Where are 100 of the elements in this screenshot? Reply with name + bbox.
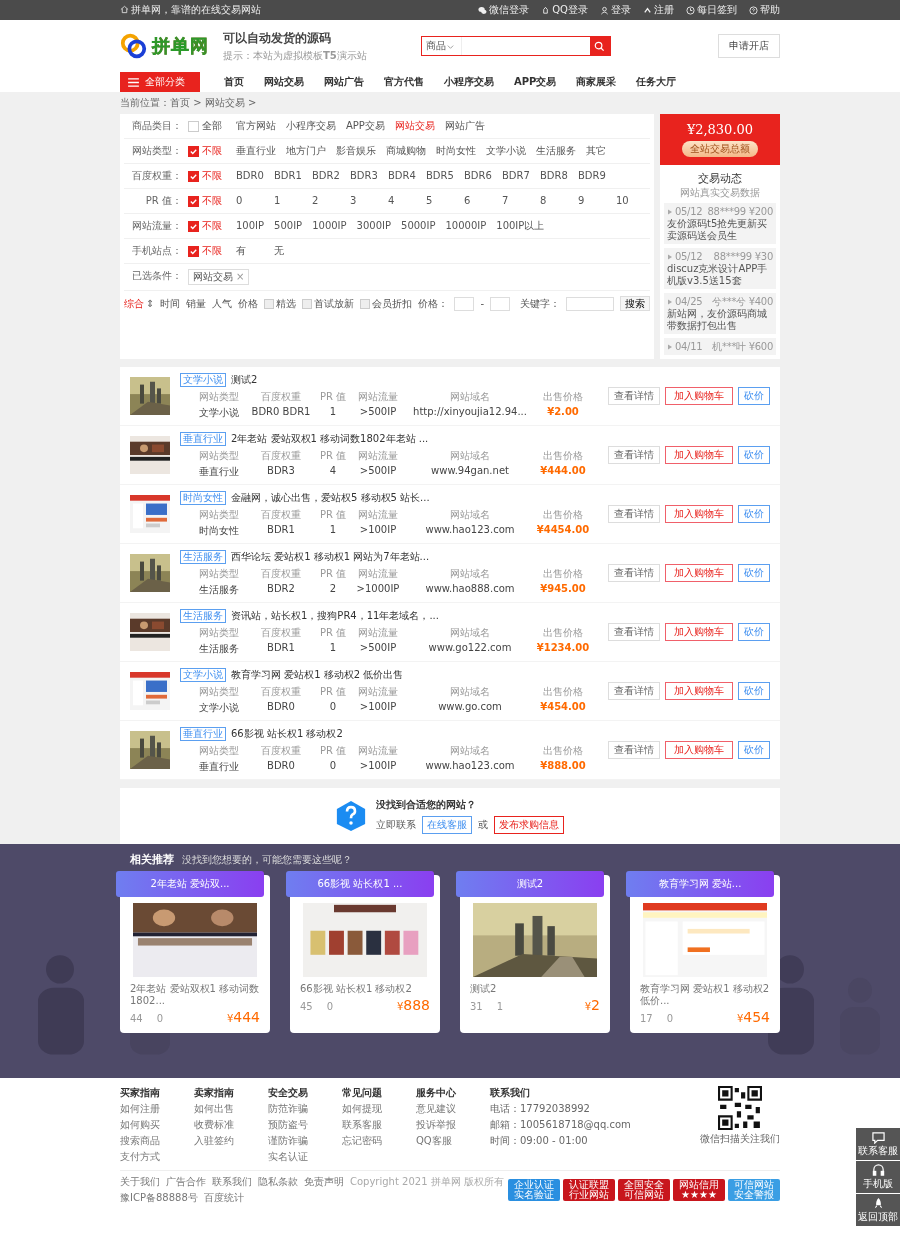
checkbox[interactable] bbox=[264, 298, 275, 309]
filter-option[interactable]: BDR8 bbox=[540, 169, 568, 183]
trade-card[interactable]: 05/12 88***99 ¥200 友价源码t5抢先更新买卖源码送会员生 bbox=[664, 203, 776, 244]
nav-link[interactable]: 商家展采 bbox=[566, 75, 627, 89]
nav-link[interactable]: 网站广告 bbox=[314, 75, 374, 89]
add-to-cart-button[interactable]: 加入购物车 bbox=[665, 387, 733, 405]
trust-badge[interactable]: 全国安全 可信网站 bbox=[618, 1179, 670, 1201]
filter-option[interactable]: 5000IP bbox=[401, 219, 436, 233]
online-service-link[interactable]: 在线客服 bbox=[422, 816, 472, 834]
checkbox[interactable] bbox=[360, 298, 371, 309]
sort-option[interactable]: 时间 bbox=[160, 296, 181, 311]
category-tag[interactable]: 垂直行业 bbox=[180, 431, 226, 446]
category-tag[interactable]: 垂直行业 bbox=[180, 726, 226, 741]
trust-badge[interactable]: 网站信用 ★★★★ bbox=[673, 1179, 725, 1201]
filter-option[interactable]: 2 bbox=[312, 194, 340, 208]
filter-option[interactable]: 生活服务 bbox=[536, 144, 576, 158]
checkbox[interactable] bbox=[302, 298, 313, 309]
filter-option[interactable]: 7 bbox=[502, 194, 530, 208]
filter-chip[interactable]: 网站交易 × bbox=[188, 269, 250, 285]
trade-card[interactable]: 05/12 88***99 ¥30 discuz克米设计APP手机版v3.5送15套 bbox=[664, 248, 776, 289]
footer-link[interactable]: 如何出售 bbox=[194, 1102, 268, 1116]
filter-checkbox[interactable]: 不限 bbox=[188, 219, 222, 233]
total-button[interactable]: 全站交易总额 bbox=[682, 141, 758, 157]
footer-link[interactable]: 预防盗号 bbox=[268, 1118, 342, 1132]
details-button[interactable]: 查看详情 bbox=[608, 741, 660, 759]
filter-option[interactable]: 1000IP bbox=[312, 219, 347, 233]
max-price-field[interactable] bbox=[490, 296, 510, 311]
trade-card[interactable]: 04/25 兮***兮 ¥400 新站网，友价源码商城带数据打包出售 bbox=[664, 293, 776, 334]
bargain-button[interactable]: 砍价 bbox=[738, 505, 770, 523]
filter-option[interactable]: 3 bbox=[350, 194, 378, 208]
icp-link[interactable]: 豫ICP备88888号 bbox=[120, 1191, 198, 1205]
bargain-button[interactable]: 砍价 bbox=[738, 741, 770, 759]
filter-option[interactable]: 10000IP bbox=[445, 219, 487, 233]
topbar-link[interactable]: 登录 bbox=[600, 0, 631, 20]
footer-link[interactable]: 如何注册 bbox=[120, 1102, 194, 1116]
footer-link[interactable]: 联系客服 bbox=[342, 1118, 416, 1132]
checkbox[interactable] bbox=[188, 145, 199, 157]
filter-option[interactable]: BDR0 bbox=[236, 169, 264, 183]
footer-link[interactable]: 联系我们 bbox=[212, 1175, 252, 1189]
listing-title[interactable]: 教育学习网 爱站权1 移动权2 低价出售 bbox=[231, 667, 404, 682]
filter-option[interactable]: BDR1 bbox=[274, 169, 302, 183]
nav-link[interactable]: 小程序交易 bbox=[434, 75, 504, 89]
listing-title[interactable]: 西华论坛 爱站权1 移动权1 网站为7年老站... bbox=[231, 549, 430, 564]
nav-link[interactable]: 任务大厅 bbox=[626, 75, 687, 89]
bargain-button[interactable]: 砍价 bbox=[738, 564, 770, 582]
footer-link[interactable]: 关于我们 bbox=[120, 1175, 160, 1189]
checkbox[interactable] bbox=[188, 245, 199, 257]
listing-title[interactable]: 金融网，诚心出售，爱站权5 移动权5 站长... bbox=[231, 490, 430, 505]
search-field[interactable]: 商品 bbox=[420, 36, 611, 56]
footer-link[interactable]: 收费标准 bbox=[194, 1118, 268, 1132]
filter-checkbox[interactable]: 不限 bbox=[188, 194, 222, 208]
filter-checkbox[interactable]: 不限 bbox=[188, 244, 222, 258]
add-to-cart-button[interactable]: 加入购物车 bbox=[665, 564, 733, 582]
apply-store-button[interactable]: 申请开店 bbox=[718, 34, 780, 58]
footer-link[interactable]: 隐私条款 bbox=[258, 1175, 298, 1189]
topbar-link[interactable]: 每日签到 bbox=[686, 0, 737, 20]
filter-option[interactable]: BDR3 bbox=[350, 169, 378, 183]
filter-option[interactable]: 100IP bbox=[236, 219, 265, 233]
filter-option[interactable]: BDR5 bbox=[426, 169, 454, 183]
category-tag[interactable]: 文学小说 bbox=[180, 667, 226, 682]
filter-option[interactable]: 1 bbox=[274, 194, 302, 208]
add-to-cart-button[interactable]: 加入购物车 bbox=[665, 623, 733, 641]
sort-option[interactable]: 综合 ⇕ bbox=[124, 296, 155, 311]
filter-option[interactable]: 其它 bbox=[586, 144, 614, 158]
filter-option[interactable]: 文学小说 bbox=[486, 144, 526, 158]
bargain-button[interactable]: 砍价 bbox=[738, 387, 770, 405]
checkbox[interactable] bbox=[188, 170, 199, 182]
filter-checkbox[interactable]: 不限 bbox=[188, 169, 222, 183]
filter-option[interactable]: 官方网站 bbox=[236, 119, 276, 133]
filter-option[interactable]: 500IP bbox=[274, 219, 303, 233]
listing-title[interactable]: 资讯站，站长权1，搜狗PR4，11年老域名，... bbox=[231, 608, 439, 623]
footer-link[interactable]: 免责声明 bbox=[304, 1175, 344, 1189]
filter-option[interactable]: 9 bbox=[578, 194, 606, 208]
topbar-link[interactable]: 注册 bbox=[643, 0, 674, 20]
details-button[interactable]: 查看详情 bbox=[608, 682, 660, 700]
details-button[interactable]: 查看详情 bbox=[608, 623, 660, 641]
checkbox[interactable] bbox=[188, 120, 199, 132]
footer-link[interactable]: QQ客服 bbox=[416, 1134, 490, 1148]
keyword-field[interactable] bbox=[566, 296, 614, 311]
filter-option[interactable]: 网站广告 bbox=[444, 119, 485, 133]
side-button[interactable]: 联系客服 bbox=[856, 1128, 900, 1160]
topbar-link[interactable]: QQ登录 bbox=[541, 0, 588, 20]
category-tag[interactable]: 生活服务 bbox=[180, 608, 226, 623]
filter-option[interactable]: 小程序交易 bbox=[286, 119, 336, 133]
footer-link[interactable]: 防范诈骗 bbox=[268, 1102, 342, 1116]
checkbox[interactable] bbox=[188, 220, 199, 232]
side-button[interactable]: 返回顶部 bbox=[856, 1194, 900, 1226]
bargain-button[interactable]: 砍价 bbox=[738, 682, 770, 700]
filter-option[interactable]: 5 bbox=[426, 194, 454, 208]
filter-option[interactable]: 10 bbox=[616, 194, 644, 208]
topbar-link[interactable]: 帮助 bbox=[749, 0, 780, 20]
filter-checkbox[interactable]: 不限 bbox=[188, 144, 222, 158]
listing-title[interactable]: 66影视 站长权1 移动权2 bbox=[231, 726, 343, 741]
filter-option[interactable]: 3000IP bbox=[356, 219, 392, 233]
logo-text[interactable]: 拼单网 bbox=[152, 34, 209, 58]
details-button[interactable]: 查看详情 bbox=[608, 564, 660, 582]
filter-option[interactable]: 影音娱乐 bbox=[336, 144, 376, 158]
side-button[interactable]: 手机版 bbox=[856, 1161, 900, 1193]
category-tag[interactable]: 生活服务 bbox=[180, 549, 226, 564]
filter-option[interactable]: BDR9 bbox=[578, 169, 606, 183]
